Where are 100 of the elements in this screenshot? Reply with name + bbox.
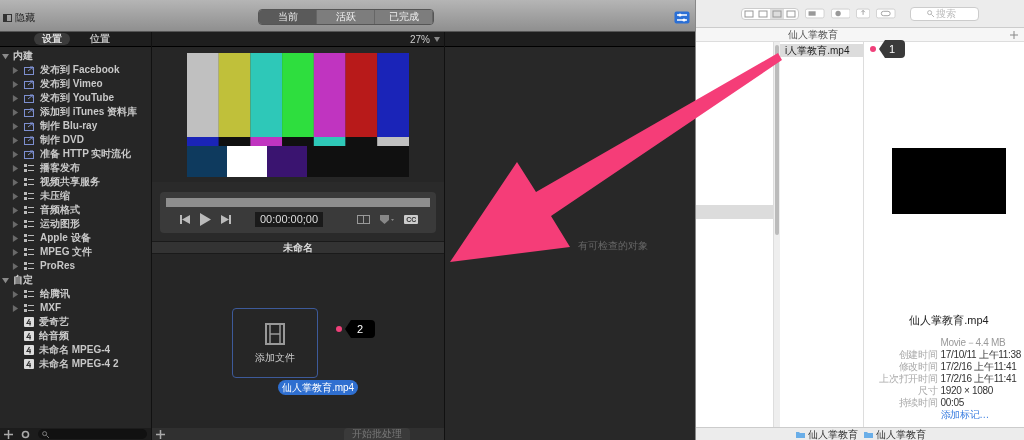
sidebar-item[interactable]: 发布到 Facebook	[40, 65, 120, 75]
folder-icon	[864, 430, 873, 438]
settings-group-icon	[24, 247, 35, 257]
view-mode-icon[interactable]	[784, 8, 798, 19]
sidebar-item[interactable]: 播客发布	[40, 163, 80, 173]
sidebar-item[interactable]: MPEG 文件	[40, 247, 93, 257]
settings-group-icon	[24, 191, 35, 201]
expanded-triangle-icon[interactable]	[2, 276, 9, 284]
sidebar-item[interactable]: Apple 设备	[40, 233, 91, 243]
folder-icon	[796, 430, 805, 438]
sidebar-item[interactable]: ProRes	[40, 261, 75, 271]
view-mode-icon[interactable]	[770, 8, 784, 19]
sidebar-item[interactable]: 视频共享服务	[40, 177, 100, 187]
marker-icon[interactable]	[380, 215, 395, 224]
info-label: 尺寸	[917, 384, 938, 397]
share-icon[interactable]	[856, 8, 871, 19]
search-field[interactable]	[38, 429, 147, 439]
path-item[interactable]: 仙人掌教育	[808, 428, 858, 440]
group-label[interactable]: 自定	[13, 275, 33, 285]
preset-icon	[24, 345, 34, 355]
sidebar-item[interactable]: 发布到 YouTube	[40, 93, 115, 103]
sidebar-item[interactable]: 给音频	[39, 331, 69, 341]
next-icon[interactable]	[221, 215, 231, 224]
preset-icon	[24, 317, 34, 327]
file-name: 仙人掌教育.mp4	[909, 313, 989, 328]
batch-title: 未命名	[283, 241, 313, 255]
sidebar-item[interactable]: 制作 Blu-ray	[40, 121, 98, 131]
settings-group-icon	[24, 219, 35, 229]
sidebar-item[interactable]: 准备 HTTP 实时流化	[40, 149, 132, 159]
scrollbar-thumb[interactable]	[775, 45, 779, 235]
info-value: 1920 × 1080	[940, 384, 995, 397]
sidebar-item[interactable]: 爱奇艺	[39, 317, 69, 327]
sidebar-tab[interactable]: 设置	[33, 33, 70, 45]
sidebar-item[interactable]: 未压缩	[40, 191, 70, 201]
settings-group-icon	[24, 289, 35, 299]
column-header: 仙人掌教育	[788, 28, 838, 42]
search-input[interactable]: 搜索	[935, 7, 962, 20]
add-icon[interactable]	[156, 429, 165, 439]
arrange-icon[interactable]	[805, 8, 825, 19]
dropdown-caret-icon[interactable]	[434, 36, 440, 42]
info-value: 17/2/16 上午11:41	[940, 360, 1018, 373]
settings-group-icon	[24, 177, 35, 187]
timecode: 00:00:00;00	[255, 212, 324, 227]
share-icon	[24, 121, 35, 131]
file-row[interactable]: i人掌教育.mp4	[780, 44, 863, 57]
add-file-label: 添加文件	[255, 351, 295, 365]
sidebar-tab[interactable]: 位置	[81, 33, 118, 45]
group-label[interactable]: 内建	[13, 51, 33, 61]
search-icon	[926, 10, 934, 17]
info-value: 17/10/11 上午11:38	[940, 348, 1021, 361]
file-kind-size: Movie－4.4 MB	[940, 336, 1007, 349]
view-mode-icon[interactable]	[756, 8, 770, 19]
sidebar-item[interactable]: 制作 DVD	[40, 135, 84, 145]
settings-group-icon	[24, 303, 35, 313]
expanded-triangle-icon[interactable]	[2, 52, 9, 60]
sidebar-item[interactable]: 未命名 MPEG-4 2	[39, 359, 119, 369]
sliders-icon[interactable]	[674, 11, 690, 24]
info-label: 上次打开时间	[879, 372, 938, 385]
preset-icon	[24, 359, 34, 369]
dragged-file-label: 仙人掌教育.mp4	[277, 380, 359, 395]
sidebar-item[interactable]: 音频格式	[40, 205, 80, 215]
sidebar-item[interactable]: 未命名 MPEG-4	[39, 345, 111, 355]
info-value: 17/2/16 上午11:41	[940, 372, 1018, 385]
sidebar-item[interactable]: MXF	[40, 303, 62, 313]
view-mode-icon[interactable]	[742, 8, 756, 19]
sidebar-icon[interactable]	[3, 13, 12, 22]
tag-icon[interactable]	[876, 8, 896, 19]
info-label: 创建时间	[897, 348, 938, 361]
share-icon	[24, 149, 35, 159]
previous-icon[interactable]	[180, 215, 190, 224]
preset-icon	[24, 331, 34, 341]
callout-label: 2	[345, 320, 376, 338]
search-icon	[42, 430, 49, 438]
sidebar-item[interactable]: 添加到 iTunes 资料库	[40, 107, 138, 117]
sidebar-item[interactable]: 发布到 Vimeo	[40, 79, 103, 89]
settings-icon[interactable]	[21, 429, 30, 439]
view-tab[interactable]: 已完成	[375, 10, 433, 24]
add-icon[interactable]	[4, 429, 13, 439]
share-icon	[24, 65, 35, 75]
share-icon	[24, 93, 35, 103]
compare-view-icon[interactable]	[357, 215, 371, 224]
settings-group-icon	[24, 233, 35, 243]
view-tab[interactable]: 活跃	[317, 10, 375, 24]
info-label: 持续时间	[897, 396, 938, 409]
hide-button[interactable]: 隐藏	[15, 10, 35, 25]
sidebar-item[interactable]: 运动图形	[40, 219, 80, 229]
share-icon	[24, 107, 35, 117]
zoom-level[interactable]: 27%	[410, 31, 430, 47]
play-icon[interactable]	[200, 213, 211, 226]
view-tab[interactable]: 当前	[259, 10, 317, 24]
settings-group-icon	[24, 261, 35, 271]
sidebar-item[interactable]: 给腾讯	[40, 289, 70, 299]
search-field[interactable]: 搜索	[909, 6, 979, 21]
callout-dot-icon	[336, 326, 342, 332]
add-tags-link[interactable]: 添加标记…	[940, 408, 1021, 421]
add-file-drop-zone[interactable]: 添加文件	[232, 308, 318, 378]
film-icon	[265, 323, 285, 345]
share-icon	[24, 79, 35, 89]
path-item[interactable]: 仙人掌教育	[876, 428, 926, 440]
info-value: 00:05	[940, 396, 966, 409]
